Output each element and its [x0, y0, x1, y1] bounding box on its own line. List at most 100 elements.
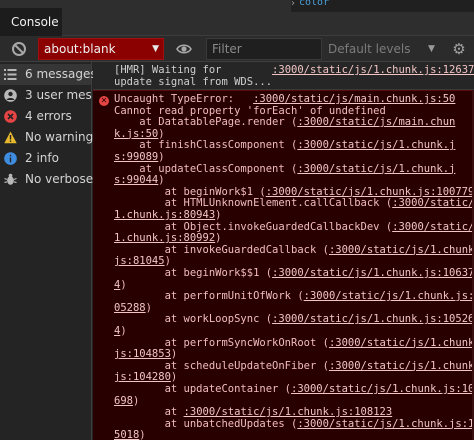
source-link[interactable]: s:99044	[114, 174, 158, 186]
context-value: about:blank	[44, 42, 116, 56]
message-text: update signal from WDS...	[114, 75, 273, 88]
stack-frame: at finishClassComponent (:3000/static/js…	[114, 140, 455, 152]
bug-icon	[4, 173, 17, 185]
frame-suffix: )	[170, 348, 178, 361]
error-icon: ✕	[99, 96, 109, 106]
stack-frame: at unbatchedUpdates (:3000/static/js/1.c…	[114, 417, 474, 431]
frame-function: at performUnitOfWork (	[114, 290, 304, 303]
sidebar-item-label: No verbose	[25, 172, 94, 186]
gear-icon[interactable]: ⚙	[451, 41, 467, 57]
source-link[interactable]: :3000/static/js/1.chunk.js:10526	[272, 313, 474, 326]
list-icon	[4, 69, 17, 80]
frame-function: at HTMLUnknownElement.callCallback (	[114, 197, 393, 210]
frame-suffix: )	[120, 278, 127, 291]
sidebar-item-label: No warnings	[25, 130, 100, 144]
message-text: [HMR] Waiting for :3000/static/js/1.chun…	[114, 64, 474, 77]
filter-input[interactable]	[206, 38, 322, 60]
frame-suffix: )	[215, 209, 222, 221]
sidebar-item-info[interactable]: 2 info	[0, 148, 91, 169]
warning-icon	[4, 131, 17, 144]
console-sidebar: 6 messages 3 user mes… 4 errors No warni…	[0, 62, 104, 440]
error-heading: Uncaught TypeError: :3000/static/js/main…	[114, 93, 456, 105]
tab-console[interactable]: Console	[0, 8, 62, 36]
source-link[interactable]: :3000/static/js/	[392, 197, 474, 210]
sidebar-item-verbose[interactable]: No verbose	[0, 169, 94, 190]
info-icon	[4, 152, 17, 165]
source-link[interactable]: :3000/static/js/1.chunk.js:108123	[184, 406, 393, 418]
stack-frame: at beginWork$$1 (:3000/static/js/1.chunk…	[114, 267, 474, 280]
clear-console-icon[interactable]	[12, 42, 26, 56]
devtools-tabstrip: Console › color	[0, 0, 474, 36]
source-link[interactable]: 698	[114, 395, 133, 407]
source-link[interactable]: :3000/static/js/1.chunk.j	[297, 139, 455, 152]
frame-suffix: )	[164, 255, 171, 268]
frame-function: at unbatchedUpdates (	[114, 417, 298, 430]
frame-function: at beginWork$$1 (	[114, 267, 273, 279]
sidebar-item-user-messages[interactable]: 3 user mes…	[0, 85, 104, 106]
sidebar-item-label: 6 messages	[25, 67, 97, 81]
log-levels-dropdown[interactable]: Default levels ▼	[328, 38, 440, 60]
frame-function: at beginWork$1 (	[114, 185, 266, 198]
frame-function: at DatatablePage.render (	[114, 116, 298, 129]
frame-function: at performSyncWorkOnRoot (	[114, 336, 329, 349]
source-snippet: › color	[291, 0, 474, 12]
stack-frame: at workLoopSync (:3000/static/js/1.chunk…	[114, 314, 474, 326]
sidebar-item-messages[interactable]: 6 messages	[0, 64, 97, 85]
frame-function: at scheduleUpdateOnFiber (	[114, 359, 329, 372]
error-icon	[4, 110, 17, 123]
source-link[interactable]: :3000/static/js/1.chunk.js:107	[291, 383, 474, 395]
source-link[interactable]: :3000/static/js/1.chunk.	[329, 337, 474, 349]
source-link[interactable]: js:104853	[114, 348, 171, 360]
source-link[interactable]: 05288	[114, 302, 146, 314]
source-link[interactable]: :3000/static/js/main.chun	[297, 116, 455, 128]
stack-frame-continued: 5018)	[114, 430, 146, 440]
frame-suffix: )	[215, 232, 222, 245]
source-link[interactable]: js:104280	[114, 371, 171, 384]
source-link[interactable]: :3000/static/js/main.chunk.js:50	[253, 93, 455, 105]
stack-frame: at performUnitOfWork (:3000/static/js/1.…	[114, 290, 474, 303]
source-link[interactable]: k.js:50	[114, 128, 158, 140]
source-link[interactable]: 5018	[114, 429, 139, 440]
source-link[interactable]: :3000/static/js/1.chunk.js:1	[304, 290, 474, 302]
source-link[interactable]: :3000/static/js/	[392, 221, 474, 233]
console-message-info: [HMR] Waiting for :3000/static/js/1.chun…	[93, 62, 474, 90]
frame-suffix: )	[139, 429, 146, 440]
sidebar-item-label: 4 errors	[25, 109, 72, 123]
sidebar-item-warnings[interactable]: No warnings	[0, 127, 99, 148]
frame-suffix: )	[145, 301, 152, 314]
frame-suffix: )	[158, 127, 165, 140]
frame-function: at workLoopSync (	[114, 313, 273, 326]
stack-frame: at updateClassComponent (:3000/static/js…	[114, 163, 455, 176]
source-link[interactable]: 1.chunk.js:80943	[114, 209, 215, 221]
eye-icon[interactable]	[176, 42, 192, 56]
frame-suffix: )	[170, 371, 178, 384]
source-link[interactable]: :3000/static/js/1.chunk.	[329, 244, 474, 256]
chevron-down-icon: ▼	[152, 44, 159, 54]
source-link[interactable]: :3000/static/js/1.chunk.js:126372	[272, 64, 474, 76]
stack-frame: at DatatablePage.render (:3000/static/js…	[114, 116, 455, 129]
frame-function: at invokeGuardedCallback (	[114, 243, 329, 256]
chevron-down-icon: ▼	[428, 44, 435, 54]
console-toolbar: about:blank ▼ Default levels ▼ ⚙	[0, 36, 474, 62]
snippet-text: color	[299, 0, 330, 8]
source-link[interactable]: :3000/static/js/1.chunk.js:10637	[272, 267, 474, 279]
sidebar-item-errors[interactable]: 4 errors	[0, 106, 91, 127]
context-selector[interactable]: about:blank ▼	[38, 38, 164, 60]
source-link[interactable]: :3000/static/js/1.chunk.j	[297, 163, 455, 175]
frame-function: at	[114, 406, 184, 419]
source-link[interactable]: :3000/static/js/1.chunk.	[329, 360, 474, 372]
frame-function: at Object.invokeGuardedCallbackDev (	[114, 220, 393, 233]
source-link[interactable]: js:81045	[114, 255, 165, 268]
source-link[interactable]: :3000/static/js/1.chunk.js:100779	[266, 186, 474, 198]
sidebar-item-label: 2 info	[25, 151, 59, 165]
console-messages: [HMR] Waiting for :3000/static/js/1.chun…	[93, 62, 474, 440]
source-link[interactable]: 1.chunk.js:80992	[114, 232, 215, 244]
frame-suffix: )	[158, 151, 165, 163]
frame-suffix: )	[158, 174, 165, 187]
source-link[interactable]: :3000/static/js/1.chunk.js:10	[297, 418, 474, 430]
console-message-error: ✕ Uncaught TypeError: :3000/static/js/ma…	[93, 90, 474, 440]
chevron-right-icon: ›	[291, 0, 295, 9]
frame-suffix: )	[132, 394, 140, 407]
source-link[interactable]: s:99089	[114, 151, 158, 163]
sidebar-item-label: 3 user mes…	[25, 88, 104, 102]
